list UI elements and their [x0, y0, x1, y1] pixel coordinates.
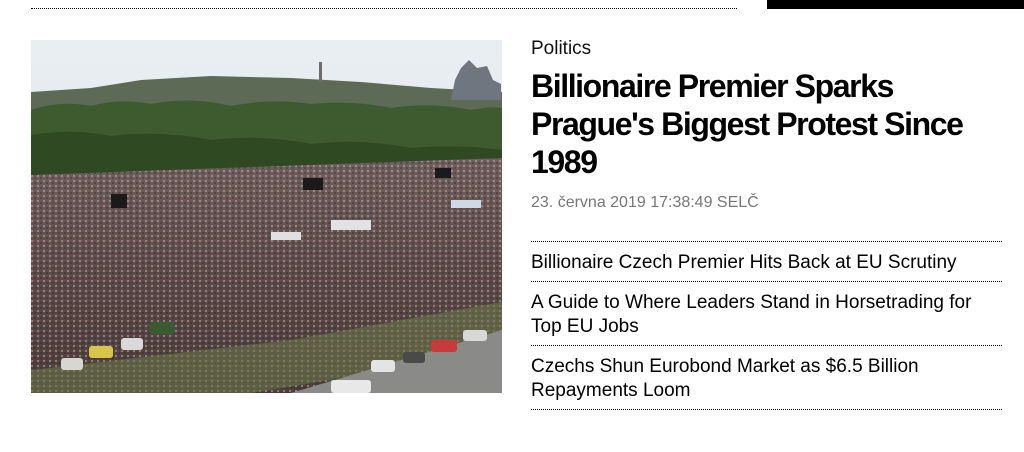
top-divider — [31, 8, 737, 9]
article-headline[interactable]: Billionaire Premier Sparks Prague's Bigg… — [531, 67, 1001, 181]
article-category[interactable]: Politics — [531, 38, 591, 60]
top-black-bar — [767, 0, 1024, 9]
related-article-link[interactable]: A Guide to Where Leaders Stand in Horset… — [531, 282, 1002, 346]
hero-photo[interactable] — [31, 40, 502, 393]
protest-crowd-photo — [31, 40, 502, 393]
related-articles-list: Billionaire Czech Premier Hits Back at E… — [531, 241, 1002, 410]
related-article-link[interactable]: Czechs Shun Eurobond Market as $6.5 Bill… — [531, 346, 1002, 410]
related-article-link[interactable]: Billionaire Czech Premier Hits Back at E… — [531, 242, 1002, 282]
article-timestamp: 23. června 2019 17:38:49 SELČ — [531, 194, 759, 211]
